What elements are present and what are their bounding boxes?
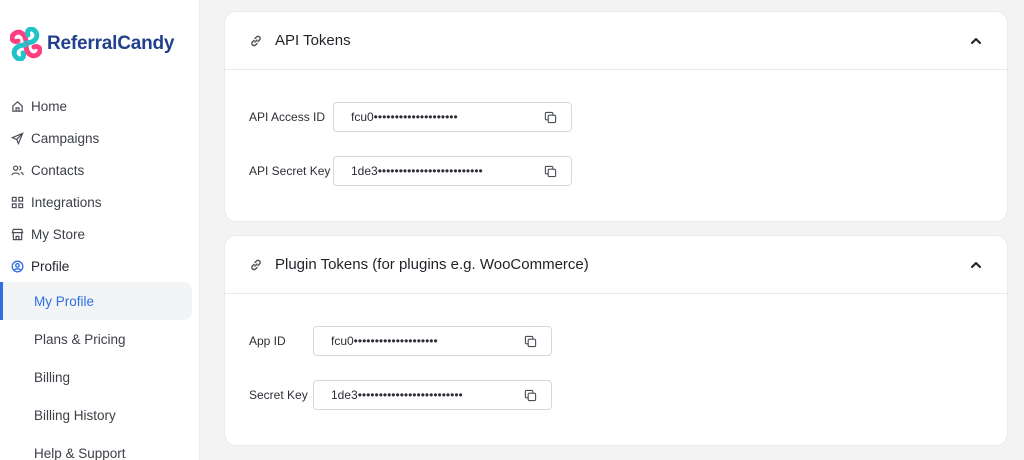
referralcandy-logo-icon xyxy=(10,27,42,61)
nav-item-my-store[interactable]: My Store xyxy=(0,218,200,250)
card-title: Plugin Tokens (for plugins e.g. WooComme… xyxy=(275,256,589,273)
nav-item-label: Profile xyxy=(31,258,70,274)
api-access-id-field[interactable]: fcu0•••••••••••••••••••• xyxy=(333,102,572,132)
chevron-up-icon[interactable] xyxy=(969,34,983,48)
api-access-id-label: API Access ID xyxy=(249,110,326,124)
api-secret-key-value: 1de3••••••••••••••••••••••••• xyxy=(351,164,483,178)
nav-item-label: Campaigns xyxy=(31,130,100,146)
secret-key-label: Secret Key xyxy=(249,388,308,402)
nav-item-profile[interactable]: Profile xyxy=(0,250,200,282)
secret-key-field[interactable]: 1de3••••••••••••••••••••••••• xyxy=(313,380,552,410)
store-icon xyxy=(11,228,24,241)
app-id-field[interactable]: fcu0•••••••••••••••••••• xyxy=(313,326,552,356)
plugin-tokens-header[interactable]: Plugin Tokens (for plugins e.g. WooComme… xyxy=(225,236,1007,294)
card-title: API Tokens xyxy=(275,32,351,49)
copy-icon[interactable] xyxy=(544,111,557,124)
subnav-item-my-profile[interactable]: My Profile xyxy=(0,282,192,320)
app-id-label: App ID xyxy=(249,334,286,348)
brand-name: ReferralCandy xyxy=(47,33,175,54)
nav-item-label: Home xyxy=(31,98,68,114)
main-nav: Home Campaigns Contacts Integrations My … xyxy=(0,90,200,282)
sidebar: ReferralCandy Home Campaigns Contacts In… xyxy=(0,0,200,460)
secret-key-value: 1de3••••••••••••••••••••••••• xyxy=(331,388,463,402)
home-icon xyxy=(11,100,24,113)
copy-icon[interactable] xyxy=(524,389,537,402)
subnav-item-plans-pricing[interactable]: Plans & Pricing xyxy=(0,320,200,358)
plugin-tokens-card: Plugin Tokens (for plugins e.g. WooComme… xyxy=(224,235,1008,446)
subnav-item-help-support[interactable]: Help & Support xyxy=(0,434,200,460)
nav-item-contacts[interactable]: Contacts xyxy=(0,154,200,186)
link-icon xyxy=(249,34,263,48)
subnav-item-billing[interactable]: Billing xyxy=(0,358,200,396)
nav-item-label: My Store xyxy=(31,226,86,242)
subnav-item-billing-history[interactable]: Billing History xyxy=(0,396,200,434)
nav-item-campaigns[interactable]: Campaigns xyxy=(0,122,200,154)
link-icon xyxy=(249,258,263,272)
users-icon xyxy=(11,164,24,177)
nav-item-integrations[interactable]: Integrations xyxy=(0,186,200,218)
copy-icon[interactable] xyxy=(524,335,537,348)
api-secret-key-field[interactable]: 1de3••••••••••••••••••••••••• xyxy=(333,156,572,186)
api-tokens-header[interactable]: API Tokens xyxy=(225,12,1007,70)
nav-item-label: Integrations xyxy=(31,194,102,210)
copy-icon[interactable] xyxy=(544,165,557,178)
api-secret-key-label: API Secret Key xyxy=(249,164,331,178)
chevron-up-icon[interactable] xyxy=(969,258,983,272)
profile-subnav: My Profile Plans & Pricing Billing Billi… xyxy=(0,282,200,460)
brand-logo[interactable]: ReferralCandy xyxy=(10,27,174,61)
api-access-id-value: fcu0•••••••••••••••••••• xyxy=(351,110,458,124)
grid-icon xyxy=(11,196,24,209)
user-circle-icon xyxy=(11,260,24,273)
nav-item-label: Contacts xyxy=(31,162,85,178)
app-id-value: fcu0•••••••••••••••••••• xyxy=(331,334,438,348)
send-icon xyxy=(11,131,24,145)
nav-item-home[interactable]: Home xyxy=(0,90,200,122)
api-tokens-card: API Tokens API Access ID fcu0•••••••••••… xyxy=(224,11,1008,222)
